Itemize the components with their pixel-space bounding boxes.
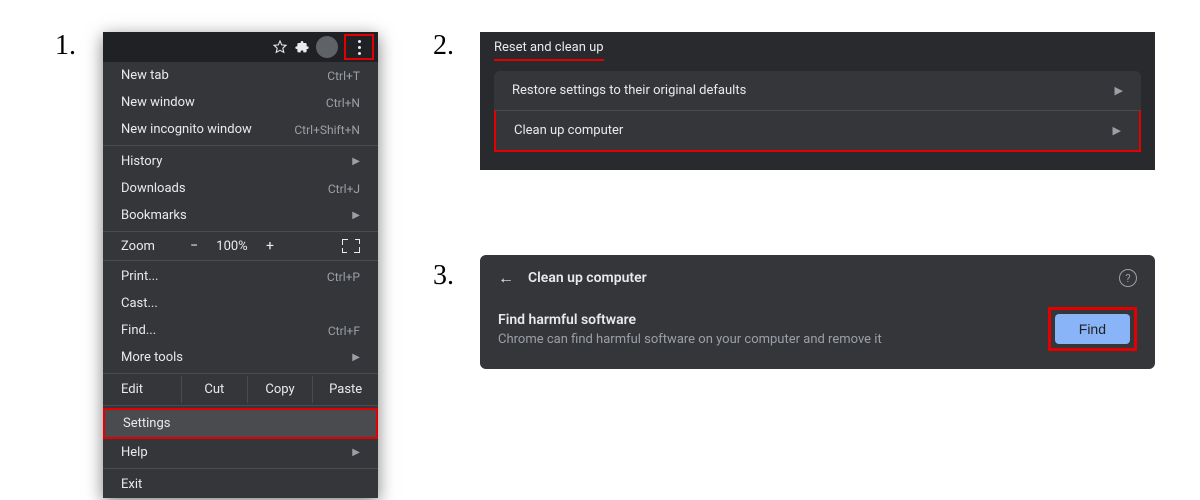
menu-label: More tools [121,350,352,365]
menu-separator [103,260,378,261]
submenu-caret-icon: ▶ [352,447,360,458]
section-title: Reset and clean up [494,40,604,61]
bookmark-star-icon[interactable] [272,39,288,55]
profile-avatar[interactable] [316,36,338,58]
menu-shortcut: Ctrl+F [328,324,360,338]
submenu-caret-icon: ▶ [352,210,360,221]
menu-label: Find... [121,323,328,338]
menu-edit-row: Edit Cut Copy Paste [103,376,378,403]
menu-cast[interactable]: Cast... [103,290,378,317]
menu-label: Help [121,445,352,460]
menu-label: Exit [121,477,360,492]
menu-label: New window [121,95,326,110]
vertical-dots-icon [358,40,361,55]
zoom-in-button[interactable]: + [257,238,283,254]
menu-print[interactable]: Print... Ctrl+P [103,263,378,290]
edit-label: Edit [103,376,181,403]
fullscreen-icon[interactable] [342,239,360,253]
step-1-label: 1. [55,30,76,62]
edit-cut[interactable]: Cut [181,376,247,403]
find-description: Chrome can find harmful software on your… [498,332,882,347]
zoom-value: 100% [207,239,257,254]
menu-label: New tab [121,68,327,83]
find-button[interactable]: Find [1055,314,1130,344]
clean-up-computer-panel: ← Clean up computer ? Find harmful softw… [480,255,1155,369]
extensions-icon[interactable] [294,39,310,55]
menu-more-tools[interactable]: More tools ▶ [103,344,378,371]
help-icon[interactable]: ? [1119,269,1137,287]
menu-separator [103,468,378,469]
item-label: Restore settings to their original defau… [512,83,746,98]
menu-separator [103,145,378,146]
menu-shortcut: Ctrl+T [327,69,360,83]
menu-label: Settings [123,416,170,431]
menu-shortcut: Ctrl+N [326,96,360,110]
zoom-out-button[interactable]: − [181,238,207,254]
menu-shortcut: Ctrl+Shift+N [294,123,360,137]
menu-history[interactable]: History ▶ [103,148,378,175]
chrome-toolbar [103,32,378,62]
menu-zoom: Zoom − 100% + [103,234,378,258]
menu-shortcut: Ctrl+P [327,270,360,284]
menu-label: History [121,154,352,169]
chevron-right-icon: ▶ [1113,124,1121,137]
submenu-caret-icon: ▶ [352,156,360,167]
panel-title: Clean up computer [528,270,1105,286]
panel-body: Find harmful software Chrome can find ha… [498,307,1137,351]
submenu-caret-icon: ▶ [352,352,360,363]
menu-label: Downloads [121,181,328,196]
menu-find[interactable]: Find... Ctrl+F [103,317,378,344]
clean-up-computer-item[interactable]: Clean up computer ▶ [494,110,1141,152]
menu-label: Print... [121,269,327,284]
menu-exit[interactable]: Exit [103,471,378,498]
menu-incognito[interactable]: New incognito window Ctrl+Shift+N [103,116,378,143]
back-arrow-icon[interactable]: ← [498,270,514,286]
menu-downloads[interactable]: Downloads Ctrl+J [103,175,378,202]
menu-label: New incognito window [121,122,294,137]
chevron-right-icon: ▶ [1115,84,1123,97]
reset-cleanup-panel: Reset and clean up Restore settings to t… [480,32,1155,170]
item-label: Clean up computer [514,123,623,138]
step-3-label: 3. [433,260,454,292]
panel-header: ← Clean up computer ? [498,269,1137,307]
menu-separator [103,373,378,374]
menu-separator [103,405,378,406]
menu-bookmarks[interactable]: Bookmarks ▶ [103,202,378,229]
menu-help[interactable]: Help ▶ [103,439,378,466]
menu-label: Cast... [121,296,360,311]
menu-settings[interactable]: Settings [103,408,378,439]
edit-paste[interactable]: Paste [312,376,378,403]
menu-label: Bookmarks [121,208,352,223]
zoom-label: Zoom [121,239,181,254]
step-2-label: 2. [433,30,454,62]
menu-new-window[interactable]: New window Ctrl+N [103,89,378,116]
more-menu-button[interactable] [344,34,374,60]
menu-new-tab[interactable]: New tab Ctrl+T [103,62,378,89]
find-highlight-box: Find [1048,307,1137,351]
edit-copy[interactable]: Copy [247,376,313,403]
menu-shortcut: Ctrl+J [328,182,360,196]
menu-separator [103,231,378,232]
chrome-menu-panel: New tab Ctrl+T New window Ctrl+N New inc… [103,32,378,498]
restore-defaults-item[interactable]: Restore settings to their original defau… [494,71,1141,110]
settings-card: Restore settings to their original defau… [494,71,1141,152]
panel-text: Find harmful software Chrome can find ha… [498,312,882,347]
find-heading: Find harmful software [498,312,882,328]
